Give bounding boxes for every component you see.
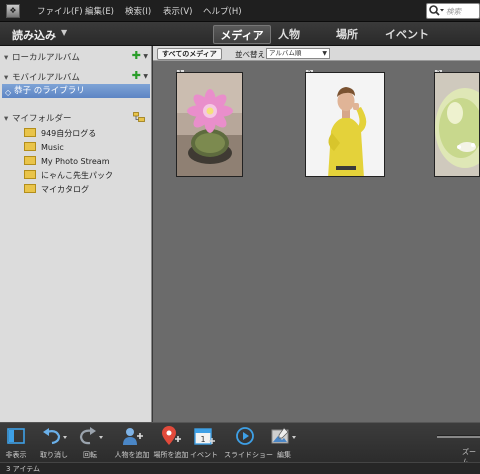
folder-icon <box>24 184 36 193</box>
collapse-arrow-icon: ▾ <box>4 114 9 124</box>
undo-label: 取り消し <box>40 451 68 459</box>
folder-label: 949自分ログる <box>41 129 97 138</box>
status-bar: 3 アイテム <box>0 462 480 474</box>
section-mobile-albums[interactable]: ▾ モバイルアルバム <box>4 71 80 83</box>
sidebar-folder-item[interactable]: Music <box>24 141 64 154</box>
slideshow-label: スライドショー <box>224 451 273 459</box>
calendar-icon: 1 <box>194 428 215 445</box>
edit-label: 編集 <box>277 451 291 459</box>
menu-view[interactable]: 表示(V) <box>163 5 192 17</box>
undo-icon <box>43 428 67 445</box>
add-person-icon <box>123 428 143 445</box>
folder-icon <box>24 156 36 165</box>
folder-label: にゃんこ先生パック <box>41 171 113 180</box>
sidebar-folder-item[interactable]: にゃんこ先生パック <box>24 169 113 182</box>
folder-label: マイカタログ <box>41 185 89 194</box>
sort-label: 並べ替え <box>235 50 265 59</box>
svg-text:1: 1 <box>200 435 205 444</box>
collapse-arrow-icon: ▾ <box>4 53 9 63</box>
section-local-albums[interactable]: ▾ ローカルアルバム <box>4 51 80 63</box>
tab-people[interactable]: 人物 <box>260 25 318 44</box>
chevron-down-icon[interactable]: ▼ <box>143 53 148 60</box>
import-button[interactable]: 読み込み <box>12 27 56 43</box>
header-bar: 読み込み ▼ メディア 人物 場所 イベント <box>0 22 480 46</box>
chevron-down-icon[interactable]: ▼ <box>143 73 148 80</box>
event-label: イベント <box>190 451 218 459</box>
all-media-button[interactable]: すべてのメディア <box>157 48 222 60</box>
undo-button[interactable]: 取り消し <box>36 426 72 460</box>
sort-value: アルバム順 <box>269 49 302 57</box>
green-object-image <box>435 73 479 176</box>
item-count: 3 アイテム <box>6 465 40 473</box>
chevron-down-icon: ▼ <box>322 50 327 57</box>
add-people-button[interactable]: 人物を追加 <box>112 426 152 460</box>
menu-file[interactable]: ファイル(F) <box>37 5 83 17</box>
sidebar: ▾ ローカルアルバム ✚ ▼ ▾ モバイルアルバム ✚ ▼ ◇ 恭子 のライブラリ … <box>0 46 152 422</box>
sidebar-folder-item[interactable]: My Photo Stream <box>24 155 110 168</box>
cloud-icon: ◇ <box>5 88 12 97</box>
folder-label: My Photo Stream <box>41 157 110 166</box>
portrait-image <box>306 73 384 176</box>
folder-icon <box>24 142 36 151</box>
hide-label: 非表示 <box>5 451 27 459</box>
menu-find[interactable]: 検索(I) <box>125 5 151 17</box>
cactus-flower-image <box>177 73 242 176</box>
add-place-label: 場所を追加 <box>153 451 189 459</box>
local-albums-label: ローカルアルバム <box>12 53 80 63</box>
folder-icon <box>24 170 36 179</box>
play-icon <box>236 427 254 445</box>
library-label: 恭子 のライブラリ <box>14 86 85 96</box>
rotate-label: 回転 <box>83 451 97 459</box>
sidebar-folder-item[interactable]: 949自分ログる <box>24 127 96 140</box>
sidebar-item-library[interactable]: ◇ 恭子 のライブラリ <box>2 84 150 98</box>
mobile-albums-label: モバイルアルバム <box>12 73 80 83</box>
edit-image-icon <box>271 427 296 444</box>
map-pin-icon <box>162 426 181 445</box>
menu-help[interactable]: ヘルプ(H) <box>203 5 242 17</box>
sort-select[interactable]: アルバム順 ▼ <box>266 48 330 59</box>
folder-tree-view-icon[interactable] <box>133 112 145 122</box>
sidebar-folder-item[interactable]: マイカタログ <box>24 183 89 196</box>
app-icon[interactable]: ❖ <box>6 4 20 18</box>
filter-bar: すべてのメディア 並べ替え アルバム順 ▼ <box>153 46 480 61</box>
add-album-icon[interactable]: ✚ <box>132 49 141 62</box>
add-people-label: 人物を追加 <box>114 451 150 459</box>
search-icon[interactable] <box>428 4 446 18</box>
folder-icon <box>24 128 36 137</box>
rotate-icon <box>79 427 103 445</box>
menu-edit[interactable]: 編集(E) <box>85 5 114 17</box>
add-place-button[interactable]: 場所を追加 <box>152 426 190 460</box>
thumbnail-photo[interactable] <box>305 72 385 177</box>
zoom-slider[interactable] <box>437 435 480 438</box>
chevron-down-icon[interactable]: ▼ <box>61 28 67 37</box>
event-button[interactable]: 1 イベント <box>190 426 218 460</box>
thumbnail-photo[interactable] <box>434 72 480 177</box>
thumbnail-photo[interactable] <box>176 72 243 177</box>
slideshow-button[interactable]: スライドショー <box>224 426 273 460</box>
section-my-folders[interactable]: ▾ マイフォルダー <box>4 112 72 124</box>
panel-toggle-icon <box>7 428 25 444</box>
media-grid: すべてのメディア 並べ替え アルバム順 ▼ 1 <box>153 46 480 422</box>
folder-label: Music <box>41 143 64 152</box>
add-mobile-album-icon[interactable]: ✚ <box>132 69 141 82</box>
menu-bar: ❖ ファイル(F) 編集(E) 検索(I) 表示(V) ヘルプ(H) 検索 <box>0 0 480 22</box>
tab-events[interactable]: イベント <box>378 25 436 44</box>
my-folders-label: マイフォルダー <box>12 114 72 124</box>
collapse-arrow-icon: ▾ <box>4 73 9 83</box>
tab-places[interactable]: 場所 <box>318 25 376 44</box>
bottom-toolbar: 非表示 取り消し 回転 人物を追加 場所を追加 1 イベント スライドショー 編… <box>0 422 480 466</box>
rotate-button[interactable]: 回転 <box>76 426 104 460</box>
hide-panel-button[interactable]: 非表示 <box>2 426 30 460</box>
search-placeholder: 検索 <box>446 7 461 16</box>
edit-button[interactable]: 編集 <box>268 426 300 460</box>
